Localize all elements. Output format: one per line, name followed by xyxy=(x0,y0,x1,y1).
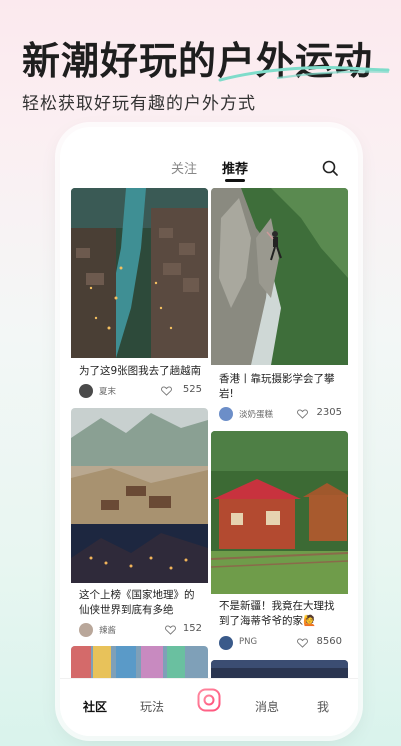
nav-community[interactable]: 社区 xyxy=(83,698,107,715)
bottom-navigation: 社区 玩法 消息 我 xyxy=(60,678,358,736)
avatar xyxy=(219,407,233,421)
like-count: 152 xyxy=(182,623,202,634)
card-meta: PNG 8560 xyxy=(219,636,342,652)
camera-icon[interactable] xyxy=(197,688,221,712)
heart-icon[interactable] xyxy=(297,638,308,648)
heart-icon[interactable] xyxy=(297,409,308,419)
feed-topbar: 关注 推荐 xyxy=(60,127,358,183)
card-author: 淡奶蛋糕 xyxy=(239,410,274,420)
nav-messages[interactable]: 消息 xyxy=(255,698,279,715)
card-image-cliff-climber xyxy=(211,188,348,365)
feed-card-natgeo[interactable]: 这个上榜《国家地理》的仙侠世界到底有多绝 辣酱 152 xyxy=(71,408,208,642)
feed-card-dali[interactable]: 不是新疆！我竟在大理找到了海蒂爷爷的家🙋 PNG 8560 xyxy=(211,431,348,656)
card-title: 为了这9张图我去了趟越南 xyxy=(79,365,202,377)
avatar xyxy=(79,384,93,398)
card-image-river-town xyxy=(71,188,208,358)
tab-recommend[interactable]: 推荐 xyxy=(222,158,248,177)
nav-me[interactable]: 我 xyxy=(317,698,329,715)
card-title: 不是新疆！我竟在大理找到了海蒂爷爷的家🙋 xyxy=(219,600,335,627)
heart-icon[interactable] xyxy=(165,625,176,635)
card-meta: 夏末 525 xyxy=(79,384,202,399)
avatar xyxy=(219,636,233,650)
tab-follow[interactable]: 关注 xyxy=(171,158,197,177)
card-title: 香港丨靠玩摄影学会了攀岩! xyxy=(219,373,335,400)
card-author: 辣酱 xyxy=(99,626,117,636)
like-count: 525 xyxy=(182,384,202,395)
card-author: 夏末 xyxy=(99,387,117,397)
card-meta: 淡奶蛋糕 2305 xyxy=(219,407,342,423)
card-meta: 辣酱 152 xyxy=(79,623,202,639)
headline-swoosh xyxy=(218,66,390,82)
active-tab-indicator xyxy=(225,179,245,182)
avatar xyxy=(79,623,93,637)
subheadline: 轻松获取好玩有趣的户外方式 xyxy=(22,94,256,114)
feed-card-vietnam[interactable]: 为了这9张图我去了趟越南 夏末 525 xyxy=(71,188,208,399)
card-image-red-cabins xyxy=(211,431,348,594)
feed-card-hongkong[interactable]: 香港丨靠玩摄影学会了攀岩! 淡奶蛋糕 2305 xyxy=(211,188,348,425)
card-image-mountain-village xyxy=(71,408,208,583)
card-title: 这个上榜《国家地理》的仙侠世界到底有多绝 xyxy=(79,589,195,616)
phone-mockup: 关注 推荐 为了这9张图我去了趟越南 夏末 525 香港丨靠玩摄影学会了攀岩! … xyxy=(60,127,358,736)
like-count: 8560 xyxy=(316,636,342,647)
search-icon[interactable] xyxy=(322,160,338,176)
nav-play[interactable]: 玩法 xyxy=(140,698,164,715)
heart-icon[interactable] xyxy=(161,386,172,396)
like-count: 2305 xyxy=(316,407,342,418)
card-author: PNG xyxy=(239,637,258,647)
